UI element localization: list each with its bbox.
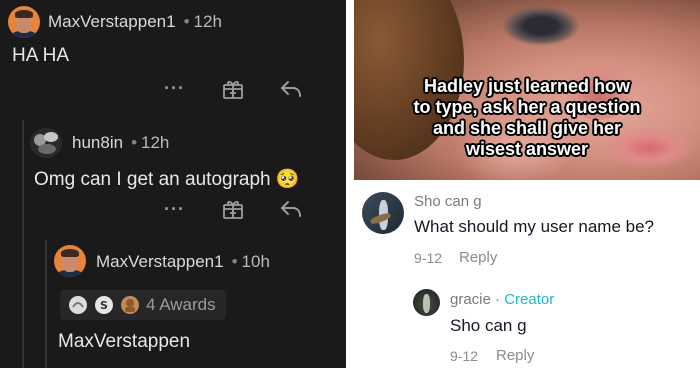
separator-dot: • xyxy=(231,252,238,271)
comment-body: Omg can I get an autograph xyxy=(34,169,271,190)
comment-text: What should my user name be? xyxy=(414,217,655,236)
username[interactable]: MaxVerstappen1 xyxy=(96,252,224,271)
avatar[interactable] xyxy=(362,192,404,234)
thread-line[interactable] xyxy=(22,120,24,368)
timestamp: 10h xyxy=(241,252,270,271)
avatar[interactable] xyxy=(30,128,62,158)
reply-button[interactable]: Reply xyxy=(496,347,534,364)
creator-badge: Creator xyxy=(504,291,555,308)
helpful-award-icon xyxy=(121,296,139,314)
comment-text: MaxVerstappen xyxy=(58,331,191,352)
svg-text:S: S xyxy=(100,299,108,312)
wholesome-award-icon xyxy=(69,296,87,314)
tiktok-panel: Hadley just learned how to type, ask her… xyxy=(354,0,700,368)
comment-header: gracie · Creator xyxy=(450,291,554,308)
avatar[interactable] xyxy=(8,6,40,38)
comment-text: Sho can g xyxy=(450,316,527,335)
avatar[interactable] xyxy=(413,289,440,316)
comment-header: hun8in • 12h xyxy=(72,133,169,153)
username[interactable]: Sho can g xyxy=(414,193,482,210)
separator-dot: • xyxy=(131,133,138,152)
separator-dot: · xyxy=(490,291,505,308)
separator-dot: • xyxy=(183,12,190,31)
reddit-thread-panel: MaxVerstappen1 • 12h HA HA ··· hun8in • 12h … xyxy=(0,0,346,368)
reply-button[interactable]: Reply xyxy=(459,249,497,266)
avatar[interactable] xyxy=(54,245,86,277)
gift-icon[interactable] xyxy=(221,77,245,101)
reply-arrow-icon[interactable] xyxy=(279,78,303,100)
video-caption: Hadley just learned how to type, ask her… xyxy=(413,76,641,159)
comment-header: MaxVerstappen1 • 12h xyxy=(48,12,222,32)
comment-text: Omg can I get an autograph 🥺 xyxy=(34,167,300,191)
comment-date: 9-12 xyxy=(450,348,479,364)
timestamp: 12h xyxy=(141,133,170,152)
video-thumbnail[interactable]: Hadley just learned how to type, ask her… xyxy=(354,0,700,180)
thread-line[interactable] xyxy=(45,240,47,368)
username[interactable]: MaxVerstappen1 xyxy=(48,12,176,31)
gift-icon[interactable] xyxy=(221,197,245,221)
reply-arrow-icon[interactable] xyxy=(279,198,303,220)
username[interactable]: hun8in xyxy=(72,133,123,152)
comment-header: MaxVerstappen1 • 10h xyxy=(96,252,270,272)
comment-text: HA HA xyxy=(12,45,70,66)
more-dots-icon[interactable]: ··· xyxy=(164,199,185,220)
username[interactable]: gracie xyxy=(450,291,491,308)
awards-count: 4 Awards xyxy=(146,295,216,314)
more-dots-icon[interactable]: ··· xyxy=(164,78,185,99)
silver-award-icon: S xyxy=(95,296,113,314)
pleading-face-emoji: 🥺 xyxy=(275,169,300,190)
panel-divider xyxy=(346,0,354,368)
awards-bar[interactable]: S 4 Awards xyxy=(60,290,226,320)
comment-date: 9-12 xyxy=(414,250,443,266)
timestamp: 12h xyxy=(193,12,222,31)
